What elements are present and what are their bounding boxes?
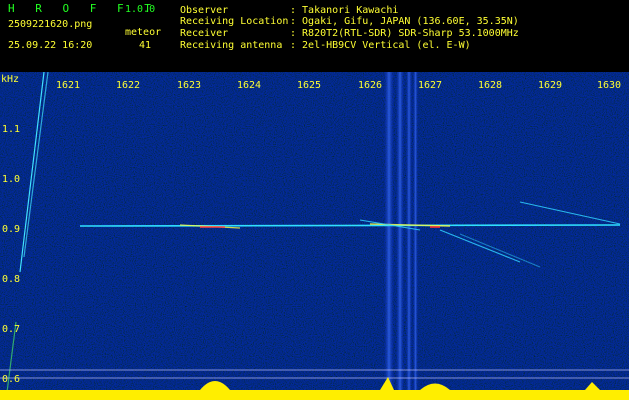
receiver-value: : R820T2(RTL-SDR) SDR-Sharp 53.1000MHz (290, 28, 519, 39)
location-label: Receiving Location (180, 16, 289, 27)
spectrogram-noise (0, 72, 629, 400)
y-axis-unit: kHz (1, 74, 20, 85)
x-tick-label: 1629 (538, 80, 563, 91)
meteor-label: meteor (125, 27, 162, 38)
y-tick-label: 1.1 (2, 124, 21, 135)
x-tick-label: 1623 (177, 80, 202, 91)
y-tick-label: 0.7 (2, 324, 21, 335)
x-tick-label: 1625 (297, 80, 322, 91)
x-tick-label: 1621 (56, 80, 81, 91)
x-tick-label: 1630 (597, 80, 622, 91)
x-tick-label: 1622 (116, 80, 141, 91)
receiver-label: Receiver (180, 28, 229, 39)
antenna-value: : 2el-HB9CV Vertical (el. E-W) (290, 40, 471, 51)
location-value: : Ogaki, Gifu, JAPAN (136.60E, 35.35N) (290, 16, 519, 27)
x-tick-label: 1624 (237, 80, 262, 91)
app-version: 1.0.0 (125, 4, 156, 15)
meteor-count: 41 (139, 40, 152, 51)
x-tick-label: 1626 (358, 80, 383, 91)
y-tick-label: 1.0 (2, 174, 21, 185)
header-panel: H R O F F T 1.0.0 2509221620.png meteor … (0, 0, 629, 72)
x-tick-label: 1628 (478, 80, 503, 91)
timestamp: 25.09.22 16:20 (8, 40, 93, 51)
x-tick-label: 1627 (418, 80, 443, 91)
y-tick-label: 0.6 (2, 374, 21, 385)
spectrogram (0, 72, 629, 400)
y-tick-label: 0.8 (2, 274, 21, 285)
antenna-label: Receiving antenna (180, 40, 283, 51)
file-name: 2509221620.png (8, 19, 93, 30)
y-tick-label: 0.9 (2, 224, 21, 235)
